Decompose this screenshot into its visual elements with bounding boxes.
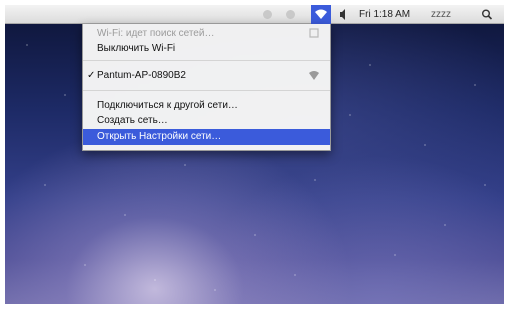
clock[interactable]: Fri 1:18 AM bbox=[359, 5, 410, 24]
wifi-dropdown-menu: Wi-Fi: идет поиск сетей… Выключить Wi-Fi… bbox=[82, 24, 331, 151]
network-item[interactable]: ✓ Pantum-AP-0890B2 bbox=[83, 68, 330, 83]
join-other-network-item[interactable]: Подключиться к другой сети… bbox=[83, 98, 330, 113]
status-icon[interactable] bbox=[263, 10, 272, 19]
volume-icon[interactable] bbox=[339, 5, 349, 24]
checkmark-icon: ✓ bbox=[87, 70, 96, 81]
spotlight-icon[interactable] bbox=[481, 5, 493, 24]
status-icon[interactable] bbox=[286, 10, 295, 19]
wifi-menu-extra[interactable] bbox=[311, 5, 331, 24]
menu-separator bbox=[83, 60, 330, 61]
wifi-icon bbox=[315, 9, 327, 19]
wifi-status: Wi-Fi: идет поиск сетей… bbox=[83, 26, 330, 41]
open-network-preferences-item[interactable]: Открыть Настройки сети… bbox=[83, 129, 330, 145]
searching-icon bbox=[309, 28, 319, 38]
create-network-item[interactable]: Создать сеть… bbox=[83, 113, 330, 128]
menu-bar: Fri 1:18 AM zzzz bbox=[5, 5, 504, 24]
wifi-status-label: Wi-Fi: идет поиск сетей… bbox=[97, 28, 215, 39]
wifi-signal-icon bbox=[309, 71, 319, 80]
network-name: Pantum-AP-0890B2 bbox=[97, 70, 186, 81]
turn-off-wifi-item[interactable]: Выключить Wi-Fi bbox=[83, 41, 330, 56]
menu-separator bbox=[83, 90, 330, 91]
user-name[interactable]: zzzz bbox=[431, 5, 451, 24]
